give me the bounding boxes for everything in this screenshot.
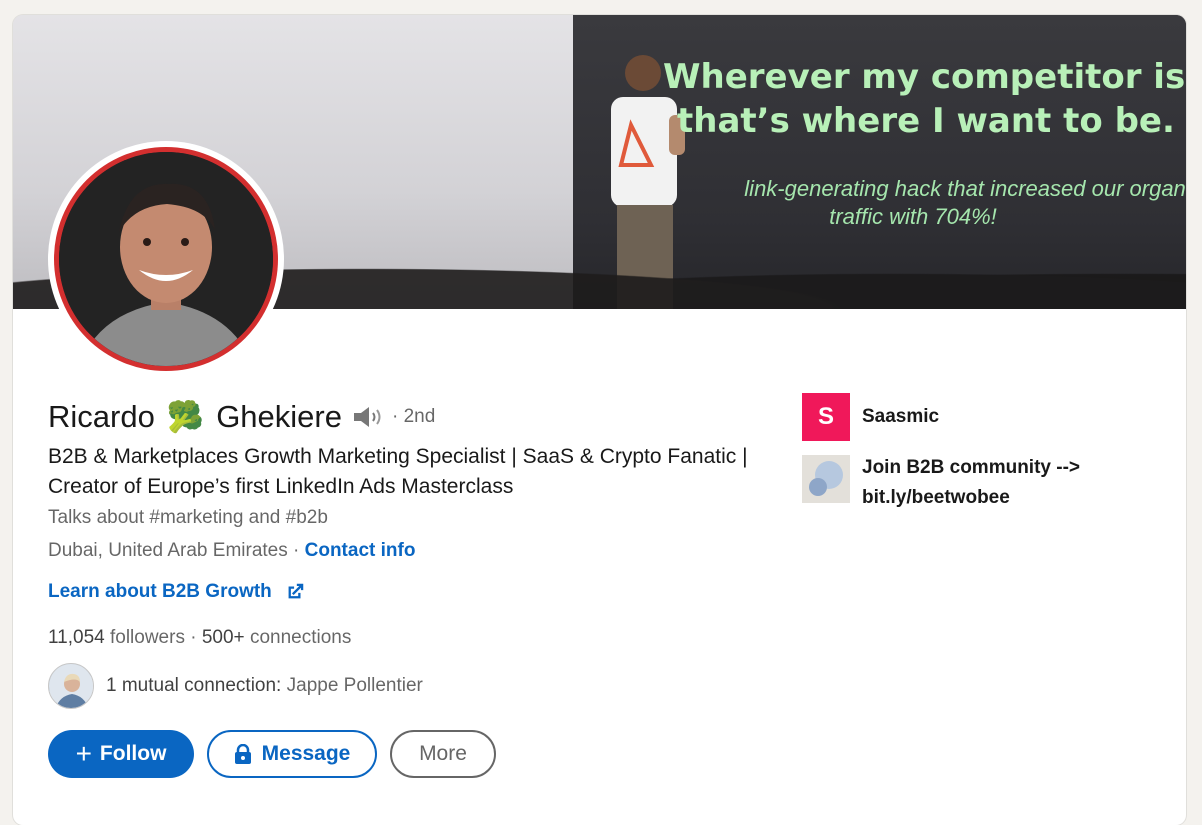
profile-card: Wherever my competitor is, that’s where …: [13, 15, 1186, 825]
location-separator: ·: [287, 540, 305, 561]
community-text: Join B2B community --> bit.ly/beetwobee: [862, 453, 1080, 513]
banner-quote: Wherever my competitor is, that’s where …: [663, 55, 1186, 143]
follow-button[interactable]: + Follow: [48, 730, 194, 778]
profile-actions: + Follow Message More: [48, 730, 496, 778]
current-company[interactable]: S Saasmic: [802, 393, 1080, 441]
company-name: Saasmic: [862, 406, 940, 427]
message-label: Message: [261, 742, 351, 765]
connections-label: connections: [249, 627, 352, 648]
message-button[interactable]: Message: [207, 730, 377, 778]
connections-count: 500+: [201, 627, 245, 648]
banner-subquote-line1: link-generating hack that increased our …: [744, 176, 1186, 201]
profile-headline: B2B & Marketplaces Growth Marketing Spec…: [48, 445, 748, 498]
website-link[interactable]: Learn about B2B Growth: [48, 581, 306, 603]
mutual-label: 1 mutual connection:: [106, 675, 282, 696]
banner-quote-line2: that’s where I want to be.: [677, 101, 1175, 141]
lock-icon: [234, 744, 251, 764]
profile-location-row: Dubai, United Arab Emirates · Contact in…: [48, 540, 415, 562]
profile-avatar[interactable]: [48, 141, 284, 377]
banner-subquote: link-generating hack that increased our …: [713, 175, 1186, 231]
profile-location: Dubai, United Arab Emirates: [48, 540, 288, 561]
followers-count: 11,054: [48, 627, 105, 648]
company-logo: S: [802, 393, 850, 441]
profile-name-row: Ricardo 🥦 Ghekiere · 2nd: [48, 397, 435, 437]
profile-last-name: Ghekiere: [216, 399, 342, 434]
banner-quote-line1: Wherever my competitor is,: [663, 57, 1186, 97]
profile-first-name: Ricardo: [48, 399, 155, 434]
avatar-photo: [59, 152, 273, 366]
avatar-illustration: [59, 152, 273, 366]
plus-icon: +: [75, 738, 92, 769]
broccoli-emoji: 🥦: [166, 400, 205, 434]
education-community[interactable]: Join B2B community --> bit.ly/beetwobee: [802, 453, 1080, 513]
stats-separator: ·: [190, 627, 202, 648]
mutual-connections[interactable]: 1 mutual connection: Jappe Pollentier: [48, 662, 423, 710]
profile-right-panel: S Saasmic Join B2B community --> bit.ly/…: [802, 393, 1080, 513]
avatar-ring: [54, 147, 278, 371]
mutual-connection-avatar: [48, 663, 94, 709]
contact-info-link[interactable]: Contact info: [305, 540, 416, 561]
profile-stats: 11,054 followers · 500+ connections: [48, 627, 351, 649]
more-label: More: [419, 742, 467, 765]
profile-talks-about: Talks about #marketing and #b2b: [48, 507, 328, 528]
banner-subquote-line2: traffic with 704%!: [829, 204, 997, 229]
followers-label: followers: [109, 627, 185, 648]
follow-label: Follow: [99, 742, 167, 765]
external-link-icon: [288, 583, 304, 599]
community-line2: bit.ly/beetwobee: [862, 487, 1010, 508]
mutual-name: Jappe Pollentier: [286, 675, 423, 696]
connection-degree: · 2nd: [391, 406, 436, 427]
website-label: Learn about B2B Growth: [48, 581, 272, 602]
more-button[interactable]: More: [390, 730, 496, 778]
community-line1: Join B2B community -->: [862, 457, 1080, 478]
speaker-icon[interactable]: [352, 405, 386, 429]
community-logo: [802, 455, 850, 503]
